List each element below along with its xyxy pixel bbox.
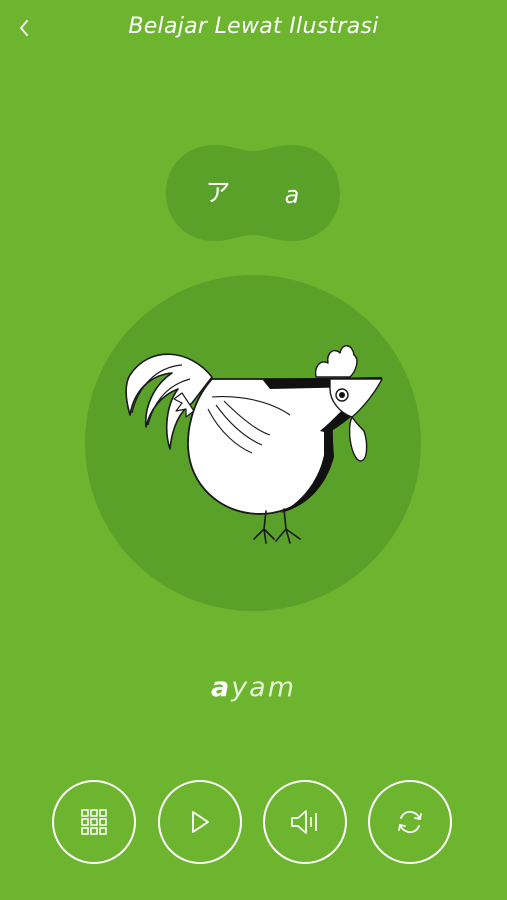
- speaker-button[interactable]: [263, 780, 347, 864]
- character-pill: [164, 142, 342, 244]
- word-highlight: a: [210, 672, 232, 703]
- romaji-character: a: [284, 181, 300, 209]
- speaker-icon: [291, 810, 317, 834]
- word-rest: yam: [231, 672, 297, 703]
- refresh-button[interactable]: [368, 780, 452, 864]
- kana-character: ア: [205, 178, 231, 207]
- refresh-icon: [398, 810, 422, 834]
- play-button[interactable]: [158, 780, 242, 864]
- rooster-icon: [125, 345, 383, 544]
- play-icon: [192, 811, 209, 833]
- vocabulary-word: ayam: [0, 668, 507, 708]
- page-title: Belajar Lewat Ilustrasi: [128, 14, 379, 39]
- grid-button[interactable]: [52, 780, 136, 864]
- header-bar: Belajar Lewat Ilustrasi: [0, 0, 507, 56]
- grid-icon: [81, 809, 107, 835]
